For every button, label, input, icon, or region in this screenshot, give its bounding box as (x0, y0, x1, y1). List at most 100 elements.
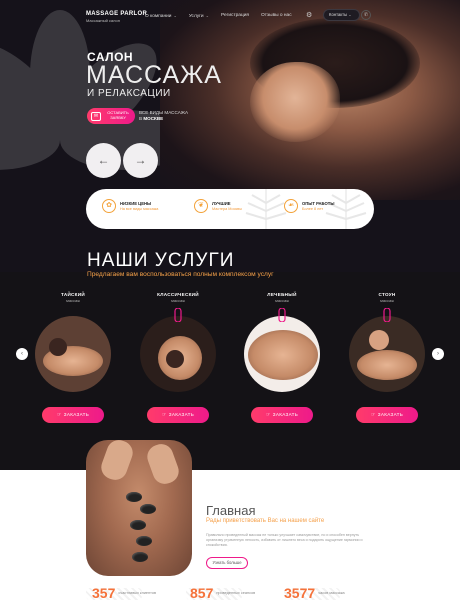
tag-icon: ✿ (102, 199, 116, 213)
stats-row: 357 счастливых клиентов 857 проведенных … (86, 586, 376, 600)
all-types-line2: В МОСКВЕ (139, 116, 188, 122)
service-sub: массаж (275, 298, 289, 303)
feature-experience: ☙ ОПЫТ РАБОТЫ Более 8 лет (284, 199, 334, 213)
stat-hours: 3577 часов массажа (284, 586, 358, 600)
star-icon: ❦ (194, 199, 208, 213)
welcome-subtitle: Рады приветствовать Вас на нашем сайте (206, 518, 325, 524)
all-types-text: ВСЕ ВИДЫ МАССАЖА В МОСКВЕ (139, 110, 188, 121)
order-label: ЗАКАЗАТЬ (168, 412, 195, 417)
stat-clients: 357 счастливых клиентов (92, 586, 158, 600)
hand-icon: ☙ (284, 199, 298, 213)
services-next-button[interactable]: › (432, 348, 444, 360)
hero-title-line2: МАССАЖА (86, 61, 222, 89)
hand-icon: ☞ (370, 412, 376, 418)
service-card-classic: КЛАССИЧЕСКИЙ массаж ☞ ЗАКАЗАТЬ (133, 292, 223, 423)
feature-title: ОПЫТ РАБОТЫ (302, 201, 335, 206)
hero-title-line3: И РЕЛАКСАЦИИ (87, 88, 171, 99)
hero-prev-button[interactable]: ← (86, 143, 121, 178)
service-photo[interactable] (140, 316, 216, 392)
contacts-dropdown[interactable]: Контакты ⌄ (323, 9, 360, 21)
nav-label: О компании (145, 14, 172, 19)
feature-sub: Мастера Москвы (212, 207, 242, 211)
feature-low-prices: ✿ НИЗКИЕ ЦЕНЫ На все виды массажа (102, 199, 158, 213)
feature-title: ЛУЧШИЕ (212, 201, 231, 206)
service-name: ЛЕЧЕБНЫЙ (267, 292, 297, 297)
order-button[interactable]: ☞ ЗАКАЗАТЬ (147, 407, 209, 423)
top-navigation: MASSAGE PARLOR Массажный салон О компани… (0, 8, 460, 28)
decorative-flower (0, 0, 190, 220)
chevron-down-icon: ⌄ (348, 12, 352, 17)
hand-icon: ☞ (161, 412, 167, 418)
nav-item-about[interactable]: О компании ⌄ (145, 13, 177, 19)
feature-best-masters: ❦ ЛУЧШИЕ Мастера Москвы (194, 199, 242, 213)
stat-label: часов массажа (318, 591, 345, 595)
brand-name: MASSAGE PARLOR (86, 11, 148, 17)
welcome-photo (86, 440, 192, 576)
pin-icon (174, 308, 182, 322)
feature-sub: Более 8 лет (302, 207, 324, 211)
learn-more-button[interactable]: Узнать больше (206, 557, 248, 569)
features-bar: ✿ НИЗКИЕ ЦЕНЫ На все виды массажа ❦ ЛУЧШИ… (86, 189, 374, 229)
hero-photo-face (250, 62, 340, 142)
brand-logo[interactable]: MASSAGE PARLOR Массажный салон (86, 11, 147, 23)
chevron-down-icon: ⌄ (173, 13, 177, 18)
stat-label: счастливых клиентов (118, 591, 156, 595)
nav-item-reviews[interactable]: Отзывы о нас (261, 13, 292, 19)
contacts-label: Контакты (329, 12, 348, 17)
phone-icon[interactable]: ✆ (361, 10, 371, 20)
photo-hand (97, 440, 137, 484)
nav-label: Услуги (188, 14, 204, 19)
order-button[interactable]: ☞ ЗАКАЗАТЬ (42, 407, 104, 423)
service-sub: массаж (66, 298, 80, 303)
stat-number: 857 (190, 585, 214, 600)
service-photo[interactable] (349, 316, 425, 392)
service-sub: массаж (380, 298, 394, 303)
welcome-title: Главная (206, 503, 256, 518)
order-button[interactable]: ☞ ЗАКАЗАТЬ (251, 407, 313, 423)
order-label: ЗАКАЗАТЬ (377, 412, 404, 417)
order-label: ЗАКАЗАТЬ (63, 412, 90, 417)
hero-next-button[interactable]: → (123, 143, 158, 178)
services-subtitle: Предлагаем вам воспользоваться полным ко… (87, 271, 274, 278)
service-photo[interactable] (244, 316, 320, 392)
gear-icon[interactable]: ⚙ (306, 11, 312, 19)
brand-subtitle: Массажный салон (86, 18, 120, 23)
photo-stone (136, 536, 152, 546)
feature-title: НИЗКИЕ ЦЕНЫ (120, 201, 152, 206)
stat-number: 357 (92, 585, 116, 600)
service-name: СТОУН (378, 292, 396, 297)
leave-request-button[interactable]: ✉ ОСТАВИТЬ ЗАЯВКУ (87, 108, 135, 124)
order-label: ЗАКАЗАТЬ (272, 412, 299, 417)
nav-item-registration[interactable]: Регистрация (221, 13, 249, 19)
services-prev-button[interactable]: ‹ (16, 348, 28, 360)
service-card-thai: ТАЙСКИЙ массаж ☞ ЗАКАЗАТЬ (28, 292, 118, 423)
hand-icon: ☞ (265, 412, 271, 418)
welcome-text: Правильно проведенный массаж не только у… (206, 533, 363, 547)
pin-icon (383, 308, 391, 322)
hero-slider-arrows: ← → (86, 143, 158, 178)
pin-icon (278, 308, 286, 322)
service-name: ТАЙСКИЙ (61, 292, 85, 297)
nav-item-services[interactable]: Услуги ⌄ (189, 13, 209, 19)
stat-sessions: 857 проведенных сеансов (190, 586, 256, 600)
main-nav: О компании ⌄ Услуги ⌄ Регистрация Отзывы о… (145, 13, 292, 19)
order-button[interactable]: ☞ ЗАКАЗАТЬ (356, 407, 418, 423)
photo-stone (132, 552, 148, 562)
feature-sub: На все виды массажа (120, 207, 159, 211)
service-name: КЛАССИЧЕСКИЙ (157, 292, 199, 297)
services-title: НАШИ УСЛУГИ (87, 250, 235, 271)
service-photo[interactable] (35, 316, 111, 392)
service-card-therapeutic: ЛЕЧЕБНЫЙ массаж ☞ ЗАКАЗАТЬ (237, 292, 327, 423)
service-card-stone: СТОУН массаж ☞ ЗАКАЗАТЬ (342, 292, 432, 423)
service-sub: массаж (171, 298, 185, 303)
all-types-city: МОСКВЕ (143, 115, 164, 121)
photo-hand (143, 440, 183, 488)
services-section: НАШИ УСЛУГИ Предлагаем вам воспользовать… (0, 230, 460, 445)
photo-stone (140, 504, 156, 514)
stat-number: 3577 (284, 585, 316, 600)
chevron-down-icon: ⌄ (205, 13, 209, 18)
hand-icon: ☞ (56, 412, 62, 418)
photo-stone (126, 492, 142, 502)
stat-label: проведенных сеансов (216, 591, 256, 595)
leave-request-label: ОСТАВИТЬ ЗАЯВКУ (107, 110, 129, 120)
